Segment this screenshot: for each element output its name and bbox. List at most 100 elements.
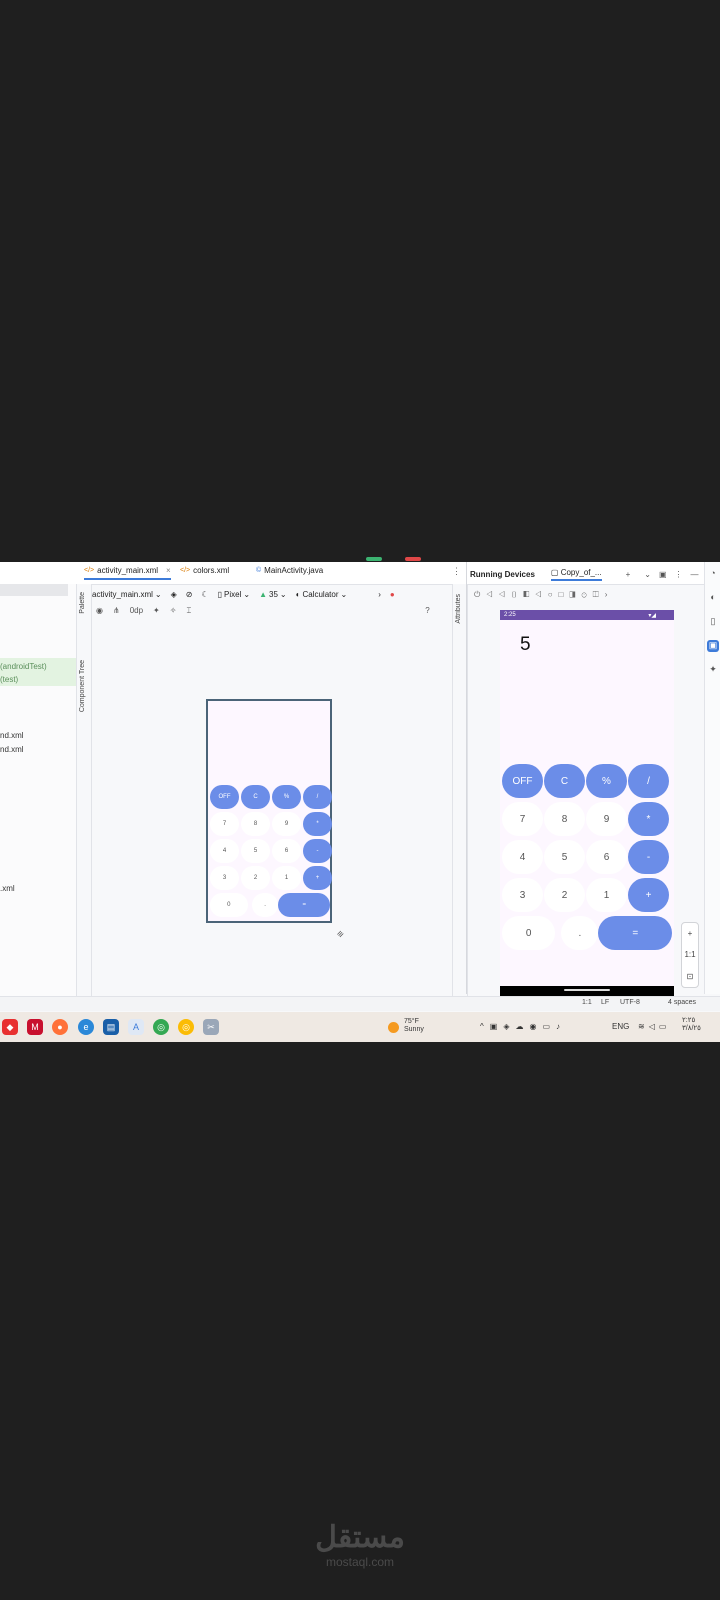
indent-setting[interactable]: 4 spaces bbox=[668, 999, 696, 1006]
calc-button[interactable]: 6 bbox=[272, 839, 301, 863]
calc-button[interactable]: 5 bbox=[544, 840, 585, 874]
chevron-down-icon[interactable]: ⌄ bbox=[644, 570, 651, 579]
palette-label[interactable]: Palette bbox=[79, 592, 86, 614]
infer-icon[interactable]: ✦ bbox=[153, 606, 160, 620]
calc-button[interactable]: 9 bbox=[586, 802, 627, 836]
device-manager-icon[interactable]: ▯ bbox=[707, 616, 719, 628]
calc-button[interactable]: OFF bbox=[210, 785, 239, 809]
project-item[interactable]: (test) bbox=[0, 675, 18, 684]
theme-selector[interactable]: ◐ Calculator ⌄ bbox=[296, 590, 348, 599]
calc-button[interactable]: . bbox=[561, 916, 599, 950]
calc-button[interactable]: C bbox=[241, 785, 270, 809]
component-tree-label[interactable]: Component Tree bbox=[79, 660, 86, 712]
mcafee-icon[interactable]: M bbox=[27, 1019, 43, 1035]
calc-button[interactable]: 9 bbox=[272, 812, 301, 836]
chrome-profile-icon[interactable]: ◎ bbox=[178, 1019, 194, 1035]
eye-icon[interactable]: ◉ bbox=[96, 606, 103, 620]
firefox-icon[interactable]: ● bbox=[52, 1019, 68, 1035]
design-mode-icon[interactable]: ◈ bbox=[171, 590, 177, 599]
file-explorer-icon[interactable]: ▤ bbox=[103, 1019, 119, 1035]
edge-icon[interactable]: e bbox=[78, 1019, 94, 1035]
tab-colors[interactable]: </> colors.xml bbox=[180, 566, 229, 575]
wand-icon[interactable]: ✧ bbox=[170, 606, 177, 620]
minimize-icon[interactable]: — bbox=[691, 570, 699, 579]
tab-activity-main[interactable]: </> activity_main.xml × bbox=[84, 566, 171, 580]
help-icon[interactable]: ? bbox=[425, 606, 429, 620]
calc-button[interactable]: - bbox=[628, 840, 669, 874]
attributes-label[interactable]: Attributes bbox=[455, 594, 462, 624]
calc-button[interactable]: 8 bbox=[241, 812, 270, 836]
calc-button[interactable]: + bbox=[628, 878, 669, 912]
calc-button[interactable]: + bbox=[303, 866, 332, 890]
blueprint-icon[interactable]: ⊘ bbox=[186, 590, 193, 599]
device-selector[interactable]: ▯ Pixel ⌄ bbox=[218, 590, 250, 599]
zoom-in-button[interactable]: + bbox=[688, 929, 693, 938]
night-mode-icon[interactable]: ☾ bbox=[201, 590, 208, 599]
running-devices-icon[interactable]: ▣ bbox=[707, 640, 719, 652]
calc-button[interactable]: C bbox=[544, 764, 585, 798]
calc-button[interactable]: 3 bbox=[210, 866, 239, 890]
calc-button[interactable]: = bbox=[598, 916, 673, 950]
calc-button[interactable]: 8 bbox=[544, 802, 585, 836]
calc-button[interactable]: 3 bbox=[502, 878, 543, 912]
calc-button[interactable]: 2 bbox=[544, 878, 585, 912]
app-icon-red[interactable]: ◆ bbox=[2, 1019, 18, 1035]
calc-button[interactable]: 1 bbox=[272, 866, 301, 890]
calc-button[interactable]: = bbox=[278, 893, 331, 917]
window-icon[interactable]: ▣ bbox=[659, 570, 667, 579]
emulator-screen[interactable]: 2:25 ▾◢ 5 OFF C%/7 8 9 * 4 5 6-3 2 1 +0. = bbox=[500, 610, 674, 996]
calc-button[interactable]: 6 bbox=[586, 840, 627, 874]
calc-button[interactable]: - bbox=[303, 839, 332, 863]
calc-button[interactable]: 0 bbox=[502, 916, 556, 950]
fit-screen-icon[interactable]: ⊡ bbox=[687, 972, 694, 981]
api-selector[interactable]: ▲ 35 ⌄ bbox=[259, 590, 287, 599]
chevron-right-icon[interactable]: › bbox=[378, 590, 381, 599]
calc-button[interactable]: 7 bbox=[502, 802, 543, 836]
calc-button[interactable]: / bbox=[303, 785, 332, 809]
cursor-position[interactable]: 1:1 bbox=[582, 999, 592, 1006]
calc-button[interactable]: 1 bbox=[586, 878, 627, 912]
line-ending[interactable]: LF bbox=[601, 999, 609, 1006]
more-options-icon[interactable]: ⋮ bbox=[675, 570, 683, 579]
emulator-controls[interactable]: ⏻◁◁▯◧◁○□◨⊙◫› bbox=[474, 590, 613, 600]
calc-button[interactable]: % bbox=[272, 785, 301, 809]
calc-button[interactable]: % bbox=[586, 764, 627, 798]
close-tab-icon[interactable]: × bbox=[166, 566, 171, 575]
calc-button[interactable]: * bbox=[628, 802, 669, 836]
clock[interactable]: ٢:٢٥ ٣/٨/٢٥ bbox=[682, 1017, 701, 1033]
weather-widget[interactable]: 75°F Sunny bbox=[404, 1018, 424, 1034]
layout-preview[interactable]: OFF C%/ 7 8 9 * 4 5 6- 3 2 1 +0. = bbox=[206, 699, 332, 923]
calc-button[interactable]: / bbox=[628, 764, 669, 798]
language-indicator[interactable]: ENG bbox=[612, 1022, 629, 1031]
home-pill[interactable] bbox=[564, 989, 610, 991]
margin-value[interactable]: 0dp bbox=[130, 606, 143, 620]
gemini-icon[interactable]: ✦ bbox=[707, 664, 719, 676]
calc-button[interactable]: OFF bbox=[502, 764, 543, 798]
project-item[interactable]: (androidTest) bbox=[0, 662, 47, 671]
calc-button[interactable]: 0 bbox=[210, 893, 248, 917]
calc-button[interactable]: 4 bbox=[502, 840, 543, 874]
notifications-icon[interactable]: ◔ bbox=[707, 568, 719, 580]
project-item[interactable]: nd.xml bbox=[0, 731, 24, 740]
calc-button[interactable]: 4 bbox=[210, 839, 239, 863]
error-icon[interactable]: ● bbox=[390, 590, 395, 599]
chrome-icon[interactable]: ◎ bbox=[153, 1019, 169, 1035]
device-tab[interactable]: ▢ Copy_of_... bbox=[550, 568, 602, 581]
guideline-icon[interactable]: ⌶ bbox=[186, 606, 191, 620]
file-selector[interactable]: activity_main.xml ⌄ bbox=[92, 590, 162, 599]
calc-button[interactable]: 5 bbox=[241, 839, 270, 863]
system-tray-icons[interactable]: ^▣◈☁◉▭♪ bbox=[480, 1022, 566, 1031]
project-item[interactable]: nd.xml bbox=[0, 745, 24, 754]
gradle-icon[interactable]: ◐ bbox=[707, 592, 719, 604]
magnet-icon[interactable]: ⋔ bbox=[113, 606, 120, 620]
calc-button[interactable]: . bbox=[252, 893, 279, 917]
tab-main-activity[interactable]: © MainActivity.java bbox=[256, 566, 323, 575]
project-search-bar[interactable] bbox=[0, 584, 68, 596]
more-tabs-icon[interactable]: ⋮ bbox=[452, 566, 461, 577]
add-device-icon[interactable]: + bbox=[626, 570, 631, 579]
snipping-tool-icon[interactable]: ✂ bbox=[203, 1019, 219, 1035]
calc-button[interactable]: 2 bbox=[241, 866, 270, 890]
calc-button[interactable]: 7 bbox=[210, 812, 239, 836]
network-volume-battery-icons[interactable]: ≋◁▭ bbox=[638, 1022, 670, 1031]
file-encoding[interactable]: UTF-8 bbox=[620, 999, 640, 1006]
